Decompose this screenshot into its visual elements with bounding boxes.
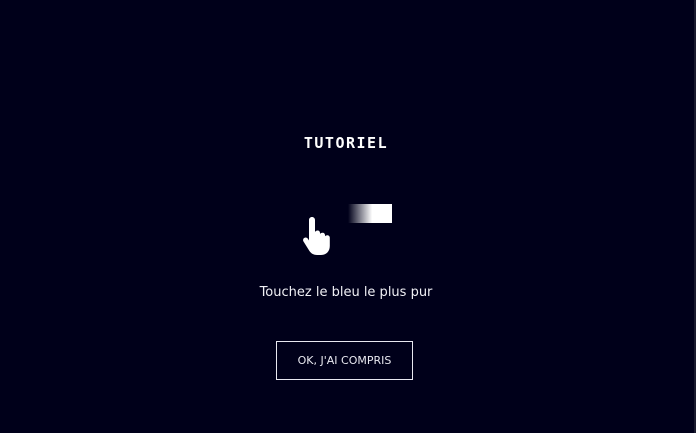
tutorial-demo [296, 200, 406, 260]
pointing-hand-icon [303, 217, 330, 255]
ok-understood-button[interactable]: OK, J'AI COMPRIS [276, 341, 413, 380]
tutorial-title: TUTORIEL [303, 134, 389, 152]
tutorial-instruction: Touchez le bleu le plus pur [259, 285, 433, 300]
color-swatch [348, 204, 392, 223]
